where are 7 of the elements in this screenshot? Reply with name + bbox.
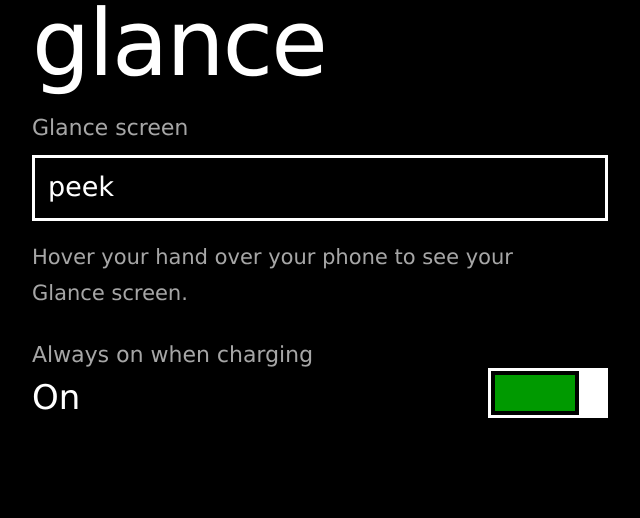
dropdown-field[interactable]: peek (32, 155, 608, 221)
description: Hover your hand over your phone to see your Glance screen. (32, 244, 514, 307)
toggle-switch[interactable] (488, 368, 608, 418)
field-label: Glance screen (32, 115, 190, 143)
toggle-state: On (32, 377, 82, 420)
page-title: glance (32, 0, 327, 92)
toggle-label: Always on when charging (32, 342, 314, 370)
